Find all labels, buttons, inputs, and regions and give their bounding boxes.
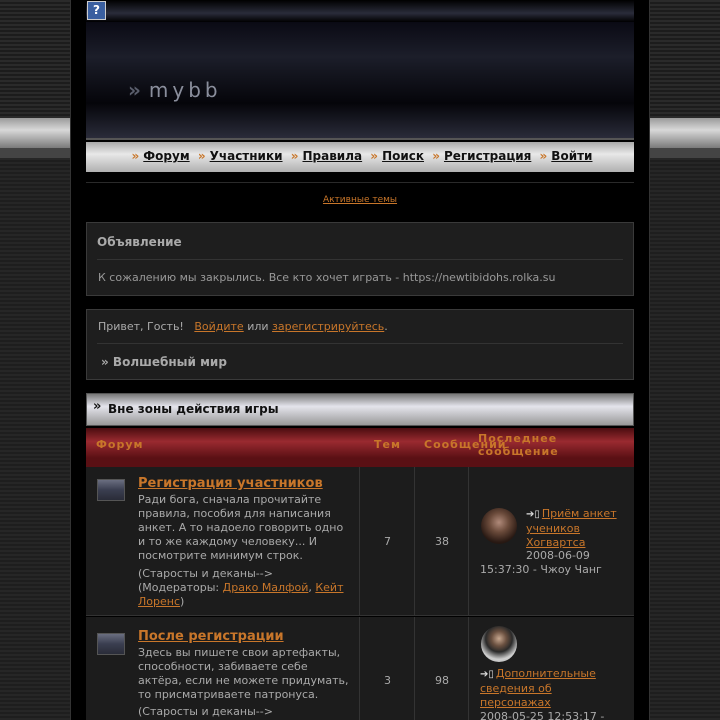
forum-moderators: (Старосты и деканы--> (Модераторы: Драко… (138, 567, 353, 609)
last-post-icon[interactable]: ➔▯ (480, 668, 494, 682)
right-band-2 (650, 148, 720, 158)
main-navigation: » Форум » Участники » Правила » Поиск » Регис… (86, 142, 634, 172)
nav-item-forum[interactable]: Форум (143, 149, 189, 163)
site-logo[interactable]: » mybb (128, 78, 222, 102)
greeting-dot: . (384, 320, 388, 333)
category-title[interactable]: Вне зоны действия игры (108, 402, 279, 416)
left-band-2 (0, 148, 70, 158)
announcement-box: Объявление К сожалению мы закрылись. Все… (86, 222, 634, 296)
nav-separator-icon: » (290, 149, 299, 163)
nav-item-rules[interactable]: Правила (302, 149, 362, 163)
nav-item-members[interactable]: Участники (210, 149, 283, 163)
column-header-topics: Тем (374, 438, 401, 451)
nav-separator-icon: » (539, 149, 548, 163)
divider (86, 182, 634, 183)
right-lower-background (650, 158, 720, 720)
forum-icon (97, 633, 125, 655)
last-post-meta: 2008-05-25 12:53:17 - (480, 710, 605, 720)
last-post-icon[interactable]: ➔▯ (526, 508, 540, 522)
nav-separator-icon: » (370, 149, 379, 163)
table-row: Регистрация участников Ради бога, сначал… (86, 467, 634, 616)
table-header: Форум Тем Сообщений Последнее сообщение (86, 428, 634, 458)
greeting-prefix: Привет, Гость! (98, 320, 184, 333)
topics-count: 7 (384, 535, 391, 548)
moderators-comma: , (308, 581, 312, 594)
greeting-line: Привет, Гость! Войдите или зарегистрируй… (98, 320, 388, 333)
register-link[interactable]: зарегистрируйтесь (272, 320, 384, 333)
login-link[interactable]: Войдите (194, 320, 243, 333)
topics-cell (360, 617, 415, 720)
divider (97, 259, 623, 260)
column-header-forum: Форум (96, 438, 144, 451)
logo-text: mybb (148, 78, 222, 102)
announcement-title: Объявление (97, 235, 182, 249)
category-header: » Вне зоны действия игры (86, 393, 634, 426)
nav-item-register[interactable]: Регистрация (444, 149, 531, 163)
nav-item-search[interactable]: Поиск (382, 149, 424, 163)
last-post-info: ➔▯ Дополнительные сведения об персонажах (480, 667, 620, 710)
forum-description: Здесь вы пишете свои артефакты, способно… (138, 646, 349, 701)
last-post-meta: 2008-06-09 15:37:30 - Чжоу Чанг (480, 549, 602, 576)
avatar[interactable] (481, 508, 517, 544)
nav-item-login[interactable]: Войти (551, 149, 592, 163)
forum-description: Ради бога, сначала прочитайте правила, п… (138, 493, 344, 562)
moderators-close: ) (180, 595, 185, 608)
posts-count: 38 (435, 535, 449, 548)
nav-separator-icon: » (131, 149, 140, 163)
logo-arrows-icon: » (128, 78, 145, 102)
table-row: После регистрации Здесь вы пишете свои а… (86, 617, 634, 720)
avatar[interactable] (481, 626, 517, 662)
left-lower-background (0, 158, 70, 720)
moderator-link[interactable]: Драко Малфой (223, 581, 309, 594)
divider (97, 343, 623, 344)
help-icon[interactable]: ? (87, 1, 106, 20)
forum-icon (97, 479, 125, 501)
greeting-or: или (247, 320, 269, 333)
posts-cell (415, 617, 469, 720)
forum-title-link[interactable]: Регистрация участников (138, 476, 323, 491)
last-post-link[interactable]: Дополнительные сведения об персонажах (480, 667, 596, 709)
active-topics-link[interactable]: Активные темы (323, 195, 397, 205)
greeting-box: Привет, Гость! Войдите или зарегистрируй… (86, 309, 634, 380)
category-arrow-icon: » (93, 399, 102, 414)
active-topics-container: Активные темы (0, 195, 720, 205)
topics-count: 3 (384, 674, 391, 687)
announcement-text: К сожалению мы закрылись. Все кто хочет … (98, 271, 556, 284)
banner-top-stripes (86, 0, 634, 22)
column-header-last-post: Последнее сообщение (478, 432, 559, 458)
nav-separator-icon: » (197, 149, 206, 163)
nav-separator-icon: » (432, 149, 440, 163)
forum-moderators: (Старосты и деканы--> (138, 705, 273, 718)
breadcrumb[interactable]: » Волшебный мир (101, 355, 227, 369)
left-band (0, 118, 70, 148)
right-band (650, 118, 720, 148)
table-subheader (86, 458, 634, 467)
forum-title-link[interactable]: После регистрации (138, 629, 284, 644)
posts-count: 98 (435, 674, 449, 687)
last-post-info: ➔▯ Приём анкет учеников Хогвартса (526, 507, 626, 550)
